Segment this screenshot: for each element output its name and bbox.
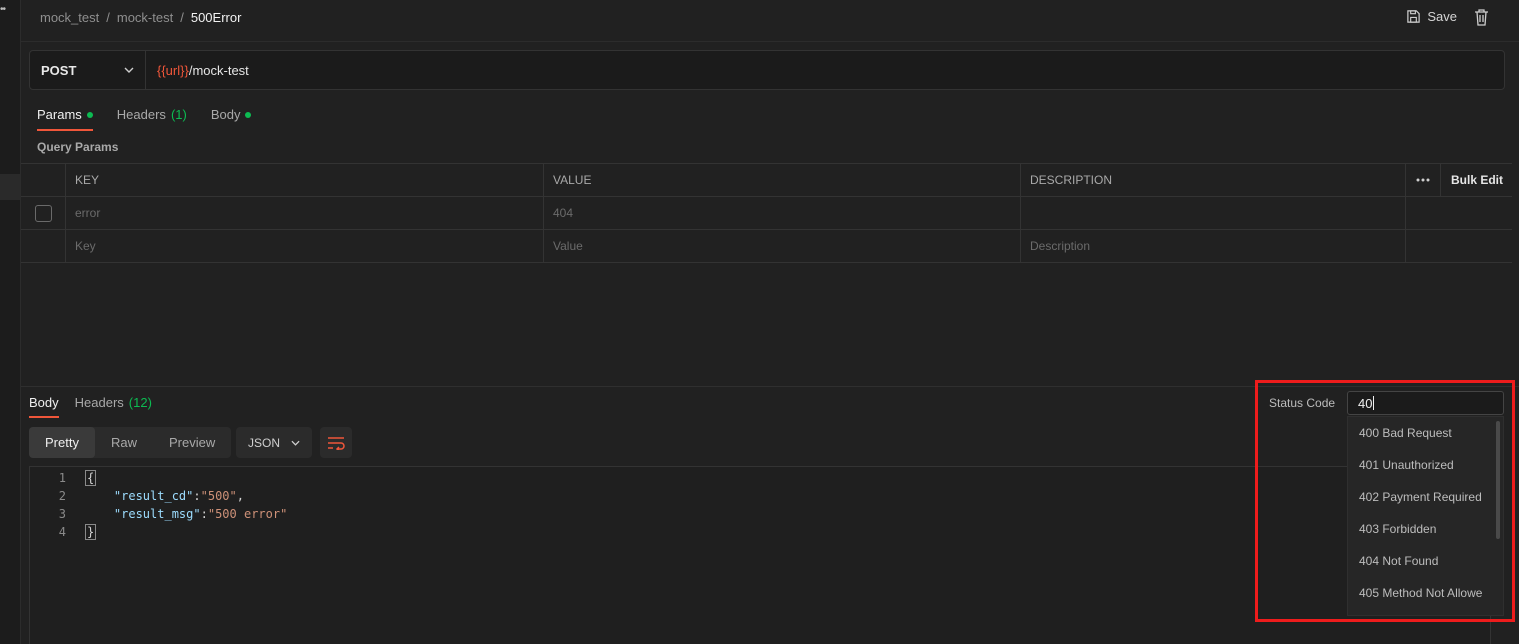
header-key: KEY [66,164,544,196]
row-checkbox[interactable] [34,204,52,222]
code-line: 4 } [30,523,97,541]
tab-response-body[interactable]: Body [29,395,59,418]
new-key-input[interactable]: Key [66,230,544,262]
status-option[interactable]: 402 Payment Required [1348,481,1503,513]
query-params-title: Query Params [37,140,119,154]
request-url-bar: POST {{url}} /mock-test [29,50,1505,90]
status-option[interactable]: 405 Method Not Allowe [1348,577,1503,609]
table-row-new: Key Value Description [21,230,1512,263]
breadcrumb-separator: / [180,10,184,25]
status-option[interactable]: 403 Forbidden [1348,513,1503,545]
tab-body[interactable]: Body [211,107,252,131]
breadcrumb-item-collection[interactable]: mock_test [40,10,99,25]
wrap-lines-button[interactable] [320,427,352,458]
response-body-editor[interactable]: 1 { 2 "result_cd":"500", 3 "result_msg":… [29,466,1491,644]
new-row-checkbox-cell [21,230,66,262]
row-checkbox-cell [21,197,66,229]
code-open-brace: { [85,470,97,486]
status-code-label: Status Code [1269,396,1336,410]
code-line: 2 "result_cd":"500", [30,487,244,505]
method-select[interactable]: POST [30,51,146,89]
view-raw[interactable]: Raw [95,427,153,458]
row-actions-cell [1406,197,1512,229]
param-description[interactable] [1021,197,1406,229]
json-trail: , [236,489,244,503]
text-caret [1373,396,1375,410]
view-pretty[interactable]: Pretty [29,427,95,458]
tab-response-headers[interactable]: Headers (12) [75,395,152,418]
new-description-input[interactable]: Description [1021,230,1406,262]
tab-body-label: Body [210,107,241,122]
breadcrumb-item-current[interactable]: 500Error [191,10,242,25]
bulk-edit-button[interactable]: Bulk Edit [1441,164,1512,196]
breadcrumb: mock_test / mock-test / 500Error [40,10,241,25]
json-key: "result_msg" [113,507,201,521]
tab-response-headers-label: Headers [74,395,124,410]
view-preview[interactable]: Preview [153,427,231,458]
url-variable: {{url}} [157,62,189,78]
wrap-lines-icon [328,436,345,450]
json-value: "500" [200,489,237,503]
delete-button[interactable] [1474,9,1489,29]
response-headers-count: (12) [128,395,152,410]
breadcrumb-item-folder[interactable]: mock-test [117,10,173,25]
query-params-table: KEY VALUE DESCRIPTION Bulk Edit error 40… [21,163,1512,263]
format-label: JSON [248,435,281,450]
param-key[interactable]: error [66,197,544,229]
tab-headers-label: Headers [116,107,166,122]
header: mock_test / mock-test / 500Error Save [21,0,1519,42]
tab-headers[interactable]: Headers (1) [117,107,187,131]
breadcrumb-separator: / [106,10,110,25]
request-tabs: Params Headers (1) Body [37,107,252,131]
body-view-toggle: Pretty Raw Preview [29,427,232,458]
header-description: DESCRIPTION [1021,164,1406,196]
response-divider[interactable] [21,386,1519,387]
param-value[interactable]: 404 [544,197,1021,229]
new-value-input[interactable]: Value [544,230,1021,262]
code-close-brace: } [85,524,97,540]
sidebar-selected-item[interactable] [0,174,20,200]
json-value: "500 error" [207,507,288,521]
headers-count: (1) [170,107,187,122]
code-line: 1 { [30,469,97,487]
code-line: 3 "result_msg":"500 error" [30,505,288,523]
status-option[interactable]: 404 Not Found [1348,545,1503,577]
chevron-down-icon [124,67,134,73]
response-tabs: Body Headers (12) [29,395,152,418]
header-value: VALUE [544,164,1021,196]
trash-icon [1475,9,1488,26]
line-number: 1 [58,471,66,485]
table-row: error 404 [21,197,1512,230]
url-path: /mock-test [188,62,249,78]
new-row-actions-cell [1406,230,1512,262]
line-number: 2 [58,489,66,503]
tab-response-body-label: Body [29,395,59,410]
status-option[interactable]: 401 Unauthorized [1348,449,1503,481]
status-code-input[interactable]: 40 [1347,391,1504,415]
chevron-down-icon [291,440,300,446]
tab-params[interactable]: Params [37,107,93,131]
format-select[interactable]: JSON [236,427,312,458]
body-indicator-dot [245,111,252,118]
params-indicator-dot [86,111,93,118]
more-icon[interactable]: •• [0,4,6,15]
save-icon [1407,10,1421,23]
line-number: 4 [58,525,66,539]
status-option[interactable]: 400 Bad Request [1348,417,1503,449]
method-label: POST [41,62,77,78]
table-header-row: KEY VALUE DESCRIPTION Bulk Edit [21,164,1512,197]
status-code-dropdown: 400 Bad Request 401 Unauthorized 402 Pay… [1347,416,1504,616]
json-key: "result_cd" [113,489,194,503]
header-checkbox-cell [21,164,66,196]
tab-params-label: Params [37,107,82,122]
status-code-value: 40 [1358,395,1373,411]
more-horizontal-icon [1416,178,1430,182]
line-number: 3 [58,507,66,521]
save-label: Save [1427,9,1457,24]
url-input[interactable]: {{url}} /mock-test [146,51,249,89]
dropdown-scrollbar[interactable] [1496,421,1500,539]
table-more-button[interactable] [1406,164,1441,196]
save-button[interactable]: Save [1406,9,1457,24]
sidebar-strip: •• [0,0,21,644]
